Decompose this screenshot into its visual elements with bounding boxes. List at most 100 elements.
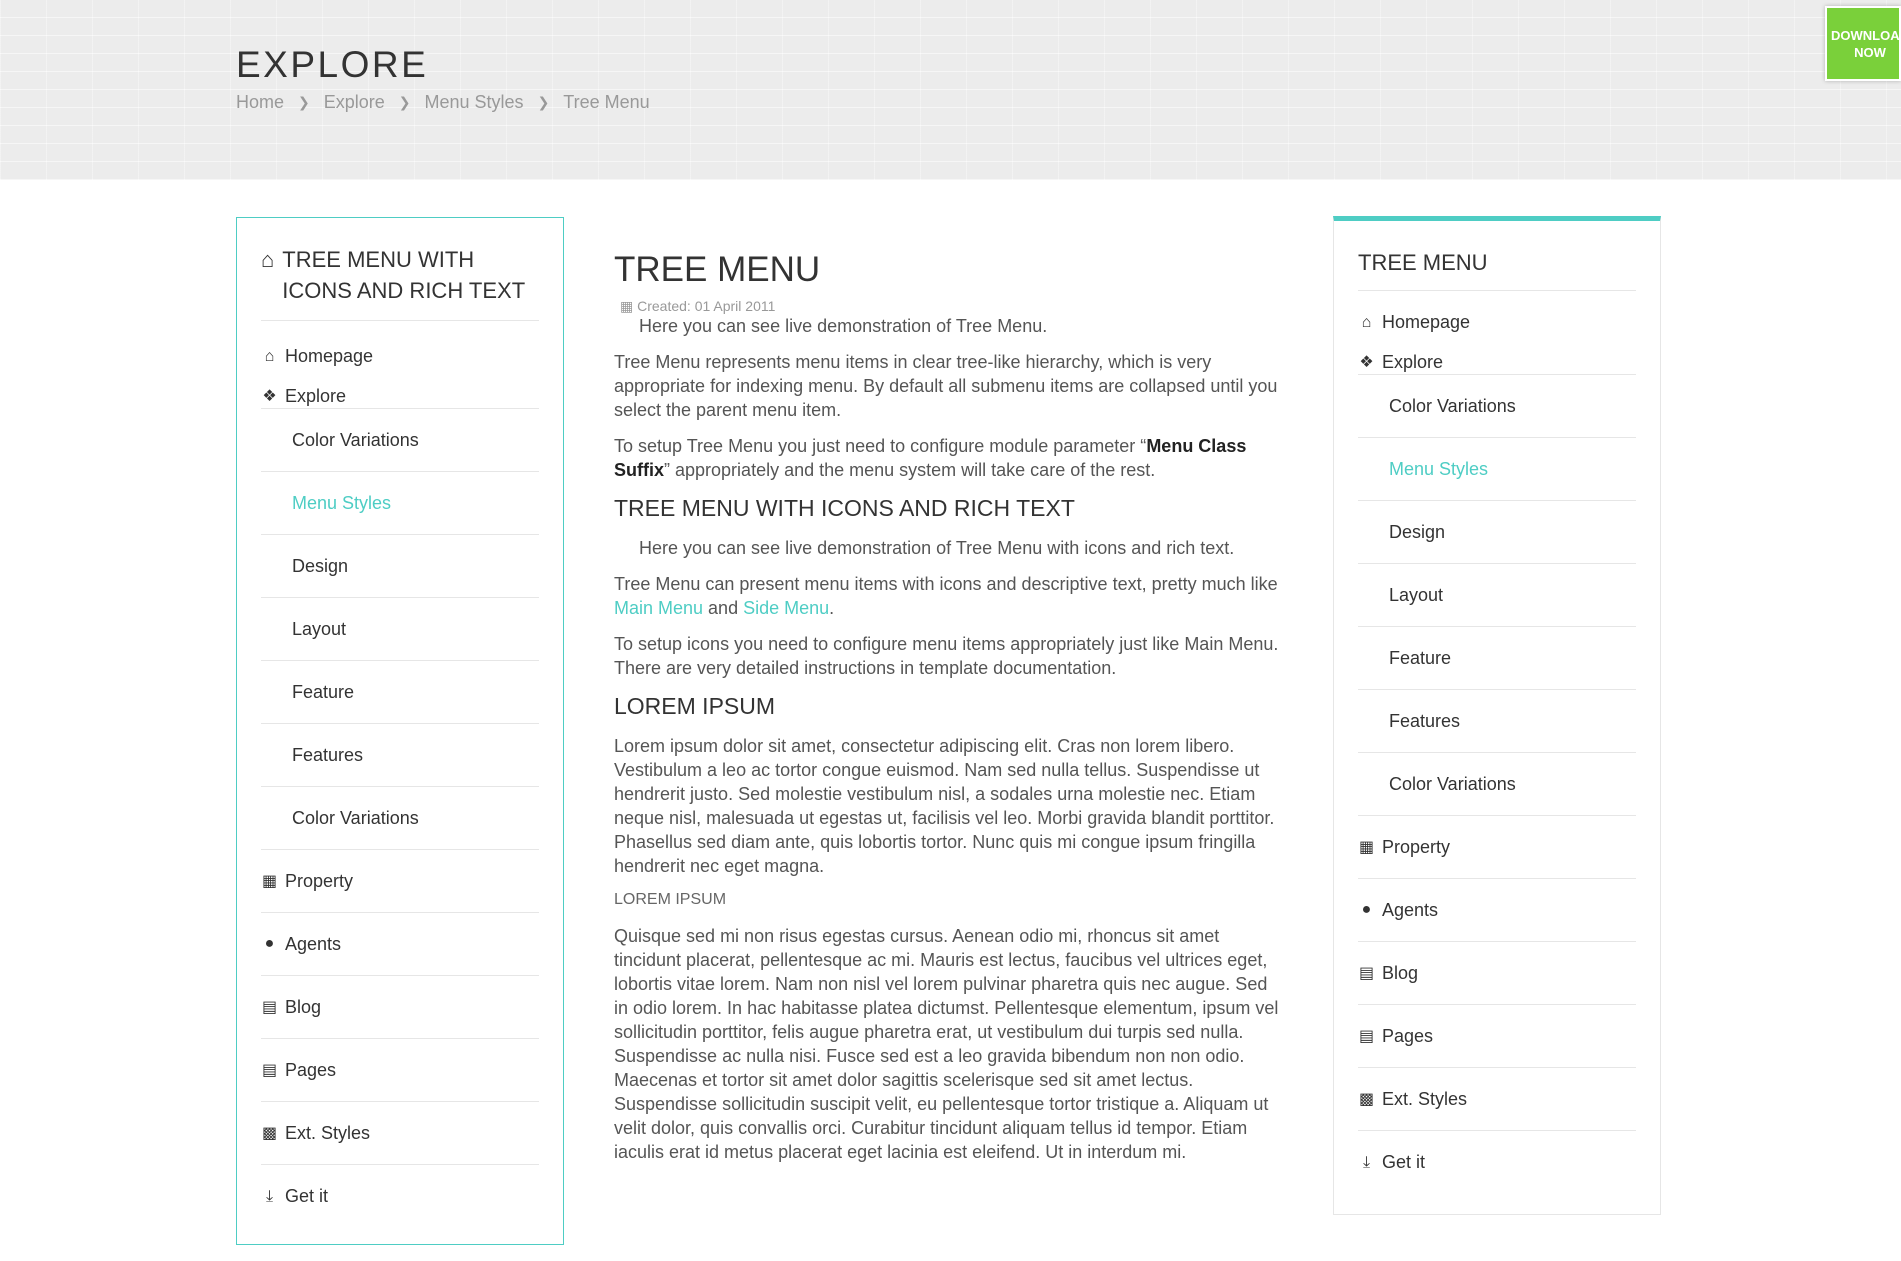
menu-item-blog[interactable]: ▤ Blog (1358, 942, 1636, 1005)
user-icon: ● (264, 935, 275, 952)
menu-item-agents[interactable]: ● Agents (1358, 879, 1636, 942)
newspaper-icon: ▤ (1358, 965, 1375, 982)
download-icon: ⤓ (265, 1187, 274, 1205)
cubes-icon: ❖ (1359, 354, 1374, 371)
menu-item-property[interactable]: ▦ Property (1358, 816, 1636, 879)
breadcrumb-explore[interactable]: Explore (324, 92, 385, 113)
menu-item-explore[interactable]: ❖ Explore (1358, 344, 1636, 375)
menu-item-get-it[interactable]: ⤓ Get it (261, 1165, 539, 1228)
menu-item-label: Property (1382, 836, 1451, 857)
article-paragraph: To setup icons you need to configure men… (614, 634, 1279, 678)
submenu-item-color-variations[interactable]: Color Variations (261, 409, 539, 472)
right-menu-list: ⌂ Homepage ❖ Explore Color Variations Menu… (1334, 291, 1660, 1194)
menu-item-label: Pages (285, 1059, 337, 1080)
home-icon: ⌂ (261, 247, 275, 272)
submenu-item-menu-styles[interactable]: Menu Styles (1358, 438, 1636, 501)
home-icon: ⌂ (1361, 313, 1372, 331)
article-paragraph: Tree Menu represents menu items in clear… (614, 352, 1278, 420)
right-tree-menu-panel: TREE MENU ⌂ Homepage ❖ Explore Color Varia… (1333, 216, 1661, 1215)
download-now-button[interactable]: DOWNLOADNOW (1825, 6, 1901, 81)
submenu-item-layout[interactable]: Layout (1358, 564, 1636, 627)
article-paragraph: Quisque sed mi non risus egestas cursus.… (614, 926, 1279, 1162)
chevron-right-icon: ❯ (398, 94, 411, 110)
submenu-item-feature[interactable]: Feature (1358, 627, 1636, 690)
menu-item-label: Property (285, 870, 354, 891)
left-menu-title: ⌂ TREE MENU WITH ICONS AND RICH TEXT (237, 218, 563, 320)
submenu-item-design[interactable]: Design (261, 535, 539, 598)
building-icon: ▦ (1358, 839, 1375, 856)
submenu-item-layout[interactable]: Layout (261, 598, 539, 661)
menu-item-label: Blog (1382, 962, 1419, 983)
menu-item-blog[interactable]: ▤ Blog (261, 976, 539, 1039)
menu-item-label: Agents (285, 933, 342, 954)
article: TREE MENU ▦ Created: 01 April 2011 Here … (614, 250, 1284, 1176)
home-icon: ⌂ (264, 347, 275, 365)
article-paragraph: To setup Tree Menu you just need to conf… (614, 436, 1247, 480)
menu-item-agents[interactable]: ● Agents (261, 913, 539, 976)
menu-item-label: Design (292, 555, 349, 576)
menu-item-ext-styles[interactable]: ▩ Ext. Styles (261, 1102, 539, 1165)
menu-item-label: Homepage (1382, 312, 1471, 332)
menu-item-label: Homepage (285, 346, 374, 366)
submenu-item-features[interactable]: Features (261, 724, 539, 787)
article-paragraph: Lorem ipsum dolor sit amet, consectetur … (614, 736, 1275, 876)
article-title: TREE MENU (614, 250, 821, 289)
submenu-item-color-variations-2[interactable]: Color Variations (1358, 753, 1636, 816)
submenu-item-menu-styles[interactable]: Menu Styles (261, 472, 539, 535)
menu-item-label: Color Variations (292, 429, 419, 450)
submenu-item-features[interactable]: Features (1358, 690, 1636, 753)
menu-item-pages[interactable]: ▤ Pages (261, 1039, 539, 1102)
menu-item-homepage[interactable]: ⌂ Homepage (261, 335, 539, 378)
submenu-item-design[interactable]: Design (1358, 501, 1636, 564)
right-menu-title-text: TREE MENU (1358, 250, 1488, 275)
menu-item-get-it[interactable]: ⤓ Get it (1358, 1131, 1636, 1194)
menu-item-property[interactable]: ▦ Property (261, 850, 539, 913)
file-text-icon: ▤ (1358, 1028, 1375, 1045)
section-heading-icons: TREE MENU WITH ICONS AND RICH TEXT (614, 495, 1075, 521)
menu-item-label: Ext. Styles (285, 1122, 371, 1143)
breadcrumb-current: Tree Menu (563, 92, 650, 112)
calendar-icon: ▦ (620, 298, 634, 314)
page-title: EXPLORE (236, 44, 429, 85)
left-tree-menu-panel: ⌂ TREE MENU WITH ICONS AND RICH TEXT ⌂ Ho… (236, 217, 564, 1245)
side-menu-link[interactable]: Side Menu (743, 598, 829, 618)
submenu-item-color-variations-2[interactable]: Color Variations (261, 787, 539, 850)
created-text: Created: 01 April 2011 (637, 298, 776, 314)
breadcrumb-home[interactable]: Home (236, 92, 284, 113)
section-heading-lorem: LOREM IPSUM (614, 693, 776, 719)
menu-item-label: Color Variations (1389, 395, 1516, 416)
menu-item-homepage[interactable]: ⌂ Homepage (1358, 301, 1636, 344)
menu-item-label: Feature (1389, 647, 1452, 668)
menu-item-label: Color Variations (292, 807, 419, 828)
menu-item-label: Color Variations (1389, 773, 1516, 794)
menu-item-label: Explore (1382, 352, 1444, 372)
menu-item-label: Layout (292, 618, 347, 639)
menu-item-label: Features (292, 744, 364, 765)
article-created-date: ▦ Created: 01 April 2011 (620, 298, 1284, 314)
menu-item-label: Ext. Styles (1382, 1088, 1468, 1109)
menu-item-label: Feature (292, 681, 355, 702)
menu-item-label: Get it (285, 1186, 329, 1206)
section-intro: Here you can see live demonstration of T… (639, 538, 1235, 558)
menu-item-label: Layout (1389, 584, 1444, 605)
download-icon: ⤓ (1362, 1153, 1371, 1171)
page-header-banner: EXPLORE Home ❯ Explore ❯ Menu Styles ❯ T… (0, 0, 1901, 180)
newspaper-icon: ▤ (261, 999, 278, 1016)
user-icon: ● (1361, 901, 1372, 918)
left-menu-list: ⌂ Homepage ❖ Explore Color Variations Menu… (237, 321, 563, 1228)
menu-item-label: Menu Styles (1389, 458, 1489, 479)
menu-item-pages[interactable]: ▤ Pages (1358, 1005, 1636, 1068)
main-menu-link[interactable]: Main Menu (614, 598, 703, 618)
breadcrumb-menu-styles[interactable]: Menu Styles (425, 92, 524, 113)
submenu-item-color-variations[interactable]: Color Variations (1358, 375, 1636, 438)
menu-item-explore[interactable]: ❖ Explore (261, 378, 539, 409)
menu-item-ext-styles[interactable]: ▩ Ext. Styles (1358, 1068, 1636, 1131)
subheading-lorem: LOREM IPSUM (614, 891, 727, 908)
submenu-item-feature[interactable]: Feature (261, 661, 539, 724)
menu-item-label: Design (1389, 521, 1446, 542)
menu-item-label: Explore (285, 386, 347, 406)
download-label-line2: NOW (1854, 44, 1886, 60)
article-paragraph: Tree Menu can present menu items with ic… (614, 574, 1278, 618)
breadcrumb: Home ❯ Explore ❯ Menu Styles ❯ Tree Menu (236, 92, 650, 113)
article-intro: Here you can see live demonstration of T… (639, 316, 1048, 336)
